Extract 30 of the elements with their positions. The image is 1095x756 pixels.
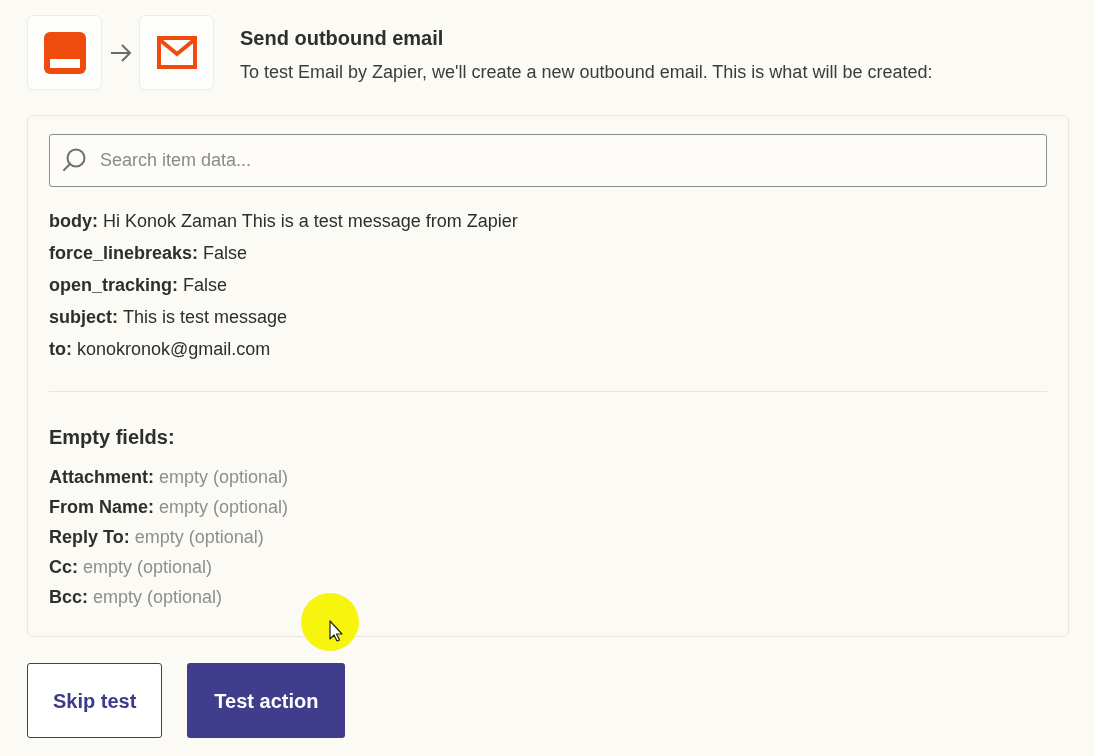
field-value: empty (optional): [159, 495, 289, 519]
field-label: subject:: [49, 305, 118, 329]
field-value: False: [203, 241, 248, 265]
section-heading: Empty fields:: [49, 425, 175, 450]
field-label: Attachment:: [49, 465, 154, 489]
field-label: force_linebreaks:: [49, 241, 199, 265]
field-label: Reply To:: [49, 525, 130, 549]
step-description: To test Email by Zapier, we'll create a new outbound email. This is what will be created:: [240, 61, 933, 84]
search-field[interactable]: Search item data...: [49, 134, 1047, 187]
arrow-right-icon: [109, 43, 132, 62]
field-value: konokronok@gmail.com: [77, 337, 271, 361]
field-value: empty (optional): [83, 555, 213, 579]
app-tile-icon: [43, 31, 86, 74]
field-value: empty (optional): [93, 585, 223, 609]
skip-test-button[interactable]: Skip test: [27, 663, 163, 738]
field-label: Bcc:: [49, 585, 88, 609]
search-icon: [62, 148, 86, 172]
test-action-button[interactable]: Test action: [187, 663, 346, 738]
field-value: This is test message: [123, 305, 288, 329]
field-label: open_tracking:: [49, 273, 179, 297]
field-value: empty (optional): [134, 525, 264, 549]
envelope-icon: [156, 36, 197, 69]
step-title: Send outbound email: [240, 26, 444, 51]
field-label: From Name:: [49, 495, 155, 519]
field-value: False: [183, 273, 228, 297]
field-value: empty (optional): [159, 465, 289, 489]
field-label: body:: [49, 209, 98, 233]
field-value: Hi Konok Zaman This is a test message from Zapier: [103, 209, 518, 233]
field-label: Cc:: [49, 555, 78, 579]
field-label: to:: [49, 337, 72, 361]
